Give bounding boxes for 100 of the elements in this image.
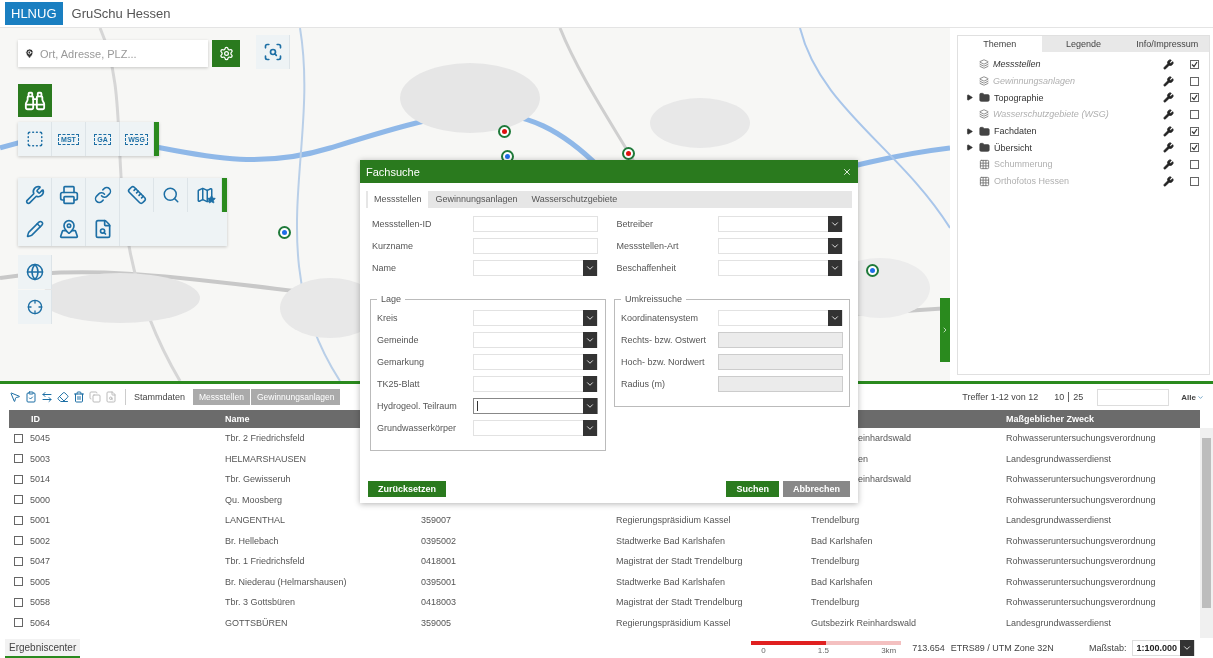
wrench-icon[interactable]	[1163, 175, 1174, 187]
globe-zoom-button[interactable]	[18, 255, 52, 289]
clear-selection-icon[interactable]	[57, 391, 69, 403]
settings-button[interactable]	[212, 40, 240, 67]
checkbox[interactable]	[14, 433, 23, 443]
checkbox[interactable]	[14, 577, 23, 587]
delete-icon[interactable]	[73, 391, 85, 403]
wrench-icon[interactable]	[1163, 58, 1174, 70]
dropdown-icon	[583, 310, 597, 326]
select-field[interactable]	[473, 398, 598, 414]
map-favorite-button[interactable]	[188, 178, 222, 212]
folder-icon	[979, 92, 990, 104]
table-cell-text: Landesgrundwasserdienst	[1006, 453, 1113, 464]
table-cell-text: Bad Karlshafen	[811, 535, 874, 546]
field-label: Rechts- bzw. Ostwert	[621, 335, 708, 345]
table-cell-text: Rohwasseruntersuchungsverordnung	[1006, 597, 1157, 608]
pencil-button[interactable]	[18, 212, 52, 246]
wrench-icon[interactable]	[1163, 108, 1174, 120]
select-icon[interactable]	[9, 391, 21, 403]
scale-label: 1.5	[817, 646, 829, 655]
table-cell-text: HELMARSHAUSEN	[225, 453, 308, 464]
wrench-icon[interactable]	[1163, 142, 1174, 154]
search-box[interactable]: Ort, Adresse, PLZ...	[18, 40, 208, 67]
input-field[interactable]	[473, 216, 598, 232]
page-size-link[interactable]: 10	[1054, 392, 1065, 402]
dialog-tab[interactable]: Messstellen	[368, 191, 428, 208]
wrench-icon[interactable]	[1163, 92, 1174, 104]
layer-name[interactable]: Fachdaten	[994, 126, 1159, 137]
coordinate-search-button[interactable]	[154, 178, 188, 212]
checkbox[interactable]	[1190, 143, 1199, 153]
filter-field[interactable]	[1097, 388, 1170, 406]
input-field[interactable]	[473, 238, 598, 254]
checkbox[interactable]	[14, 495, 23, 505]
coordinates: 713.654	[912, 643, 945, 653]
checkbox[interactable]	[1190, 176, 1199, 186]
ruler-button[interactable]	[120, 178, 154, 212]
wrench-icon[interactable]	[1163, 75, 1174, 87]
filter-mode-dropdown[interactable]: Alle	[1181, 392, 1204, 402]
locate-button[interactable]	[18, 290, 52, 324]
table-cell-text: Rohwasseruntersuchungsverordnung	[1006, 433, 1157, 444]
checkbox[interactable]	[14, 454, 23, 464]
dropdown-icon	[583, 398, 597, 414]
grid-icon	[979, 175, 990, 187]
zoom-search-button[interactable]	[256, 35, 290, 69]
layer-name[interactable]: Topographie	[994, 92, 1159, 103]
expand-icon[interactable]	[966, 127, 973, 135]
document-search-button[interactable]	[86, 212, 120, 246]
map-pin-button[interactable]	[52, 212, 86, 246]
link-button[interactable]	[86, 178, 120, 212]
checkbox[interactable]	[1190, 159, 1199, 169]
checkbox[interactable]	[14, 597, 23, 607]
table-cell-text: Tbr. 1 Friedrichsfeld	[225, 556, 306, 567]
checkbox[interactable]	[14, 536, 23, 546]
dialog-button[interactable]: Zurücksetzen	[368, 481, 447, 497]
checkbox[interactable]	[14, 515, 23, 525]
results-label: Stammdaten	[134, 392, 186, 402]
select-area-button[interactable]	[18, 122, 52, 156]
wrench-icon[interactable]	[1163, 158, 1174, 170]
table-cell: 5045	[30, 433, 51, 444]
checkbox[interactable]	[14, 556, 23, 566]
page-size-link[interactable]: 25	[1073, 392, 1084, 402]
results-center-tab[interactable]: Ergebniscenter	[5, 638, 81, 658]
link-icon	[93, 186, 112, 204]
checkbox[interactable]	[1190, 109, 1199, 119]
close-icon[interactable]	[842, 166, 852, 177]
swap-icon[interactable]	[41, 391, 53, 403]
checkbox[interactable]	[1190, 93, 1199, 103]
panel-tab[interactable]: Themen	[958, 36, 1042, 52]
scale-label: 0	[761, 646, 766, 655]
dropdown-icon	[827, 238, 842, 254]
checkbox[interactable]	[1190, 76, 1199, 86]
expand-icon[interactable]	[966, 144, 973, 152]
panel-toggle-button[interactable]	[940, 298, 950, 362]
field-label: Beschaffenheit	[616, 263, 677, 273]
field-label: Gemarkung	[377, 357, 426, 367]
pencil-icon	[25, 220, 44, 238]
field-label: Name	[372, 263, 397, 273]
binoculars-button[interactable]	[18, 84, 52, 117]
checkbox[interactable]	[14, 618, 23, 628]
table-cell-text: Qu. Moosberg	[225, 494, 284, 505]
select-all-icon[interactable]	[25, 391, 37, 403]
checkbox[interactable]	[14, 474, 23, 484]
dialog-tab[interactable]: Wasserschutzgebiete	[525, 191, 624, 208]
wrench-icon[interactable]	[1163, 125, 1174, 137]
dialog-button[interactable]: Suchen	[726, 481, 779, 497]
dialog-button[interactable]: Abbrechen	[783, 481, 850, 497]
dialog-title: Fachsuche	[366, 165, 420, 178]
table-cell-text: Gutsbezirk Reinhardswald	[811, 617, 918, 628]
layer-name[interactable]: Messstellen	[993, 59, 1159, 70]
settings-icon	[218, 46, 234, 61]
wrench-button[interactable]	[18, 178, 52, 212]
layer-name[interactable]: Übersicht	[994, 142, 1159, 153]
table-cell-text: Magistrat der Stadt Trendelburg	[616, 597, 744, 608]
dialog-tab[interactable]: Gewinnungsanlagen	[429, 191, 524, 208]
table-cell-text: Trendelburg	[811, 556, 861, 567]
print-button[interactable]	[52, 178, 86, 212]
scale-select[interactable]: 1:100.000	[1132, 640, 1195, 656]
expand-icon[interactable]	[966, 94, 973, 102]
checkbox[interactable]	[1190, 126, 1199, 136]
checkbox[interactable]	[1190, 59, 1199, 69]
